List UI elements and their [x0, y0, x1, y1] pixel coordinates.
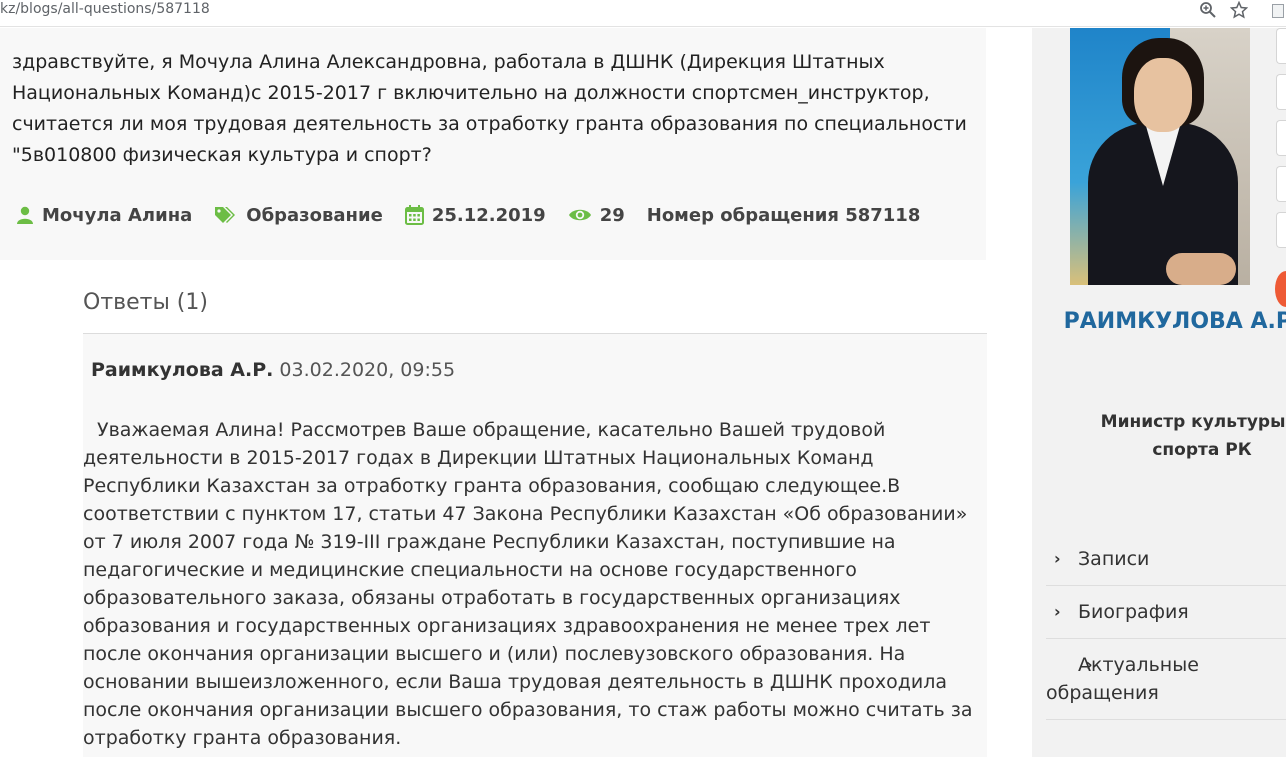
question-card: здравствуйте, я Мочула Алина Александров… [0, 28, 986, 260]
zoom-icon[interactable] [1198, 1, 1218, 21]
chevron-right-icon: › [1054, 602, 1061, 621]
question-meta: Мочула Алина Образование 25.12.2019 29 Н… [16, 200, 942, 230]
edge-share-button[interactable] [1276, 74, 1286, 110]
answer-item: Раимкулова А.Р. 03.02.2020, 09:55 Уважае… [83, 334, 987, 757]
answer-header: Раимкулова А.Р. 03.02.2020, 09:55 [91, 359, 455, 381]
question-text: здравствуйте, я Мочула Алина Александров… [12, 51, 967, 166]
chevron-right-icon: › [1086, 655, 1093, 674]
meta-views-count: 29 [599, 204, 625, 226]
minister-post: Министр культуры и спорта РК [1100, 412, 1286, 460]
answer-datetime: 03.02.2020, 09:55 [279, 359, 456, 381]
meta-views: 29 [568, 205, 625, 226]
sidebar-item-records[interactable]: › Записи [1046, 533, 1286, 586]
answer-author[interactable]: Раимкулова А.Р. [91, 359, 273, 381]
minister-name[interactable]: РАИМКУЛОВА А.Р. [1032, 298, 1286, 345]
sidebar-item-label: Записи [1078, 548, 1150, 570]
edge-share-button[interactable] [1276, 166, 1286, 202]
edge-share-button[interactable] [1276, 212, 1286, 248]
sidebar-item-label: Биография [1078, 601, 1189, 623]
meta-request-number: Номер обращения 587118 [646, 204, 921, 226]
chevron-right-icon: › [1054, 549, 1061, 568]
minister-sidebar: РАИМКУЛОВА А.Р. Министр культуры и спорт… [1032, 28, 1286, 757]
answer-text: Уважаемая Алина! Рассмотрев Ваше обращен… [83, 419, 973, 749]
sidebar-item-biography[interactable]: › Биография [1046, 586, 1286, 639]
meta-category[interactable]: Образование [214, 205, 383, 226]
eye-icon [568, 207, 592, 223]
calendar-icon [404, 205, 424, 225]
meta-date: 25.12.2019 [404, 204, 546, 226]
sidebar-item-actual-requests[interactable]: › Актуальные обращения [1046, 639, 1286, 720]
meta-author[interactable]: Мочула Алина [16, 205, 192, 226]
tags-icon [214, 206, 238, 224]
minister-photo [1070, 28, 1250, 285]
user-icon [16, 206, 34, 224]
answers-title: Ответы (1) [83, 290, 208, 315]
browser-address-bar: kz/blogs/all-questions/587118 [0, 0, 1286, 27]
edge-share-button[interactable] [1276, 120, 1286, 156]
meta-category-label: Образование [246, 204, 383, 226]
sidebar-nav: › Записи › Биография › Актуальные обраще… [1046, 533, 1286, 720]
meta-date-value: 25.12.2019 [431, 204, 546, 226]
edge-share-button[interactable] [1276, 28, 1286, 64]
extension-icon[interactable] [1270, 1, 1286, 21]
star-icon[interactable] [1229, 0, 1249, 21]
address-url[interactable]: kz/blogs/all-questions/587118 [0, 1, 210, 17]
meta-author-name: Мочула Алина [42, 204, 193, 226]
